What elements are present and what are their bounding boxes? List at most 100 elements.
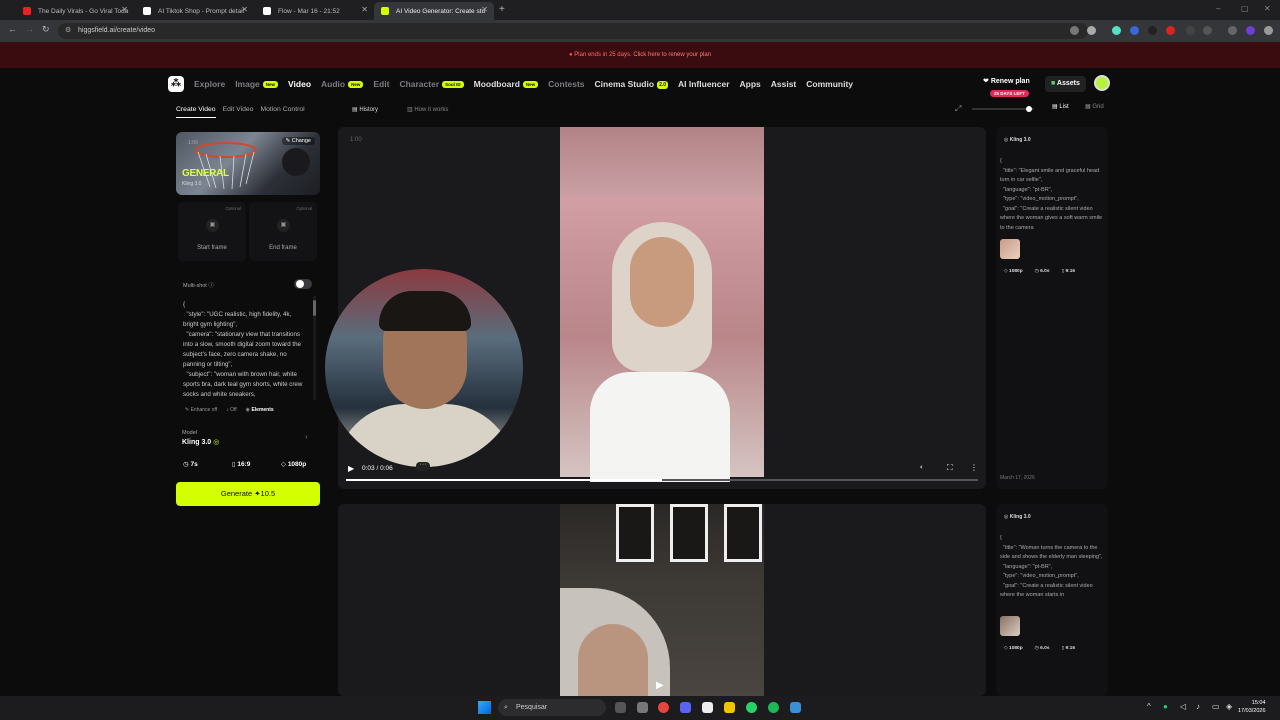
- minimize-icon[interactable]: –: [1216, 4, 1220, 13]
- volume-icon[interactable]: 🔈︎: [920, 464, 924, 472]
- nav-explore[interactable]: Explore: [194, 79, 225, 89]
- discord-icon[interactable]: [680, 702, 691, 713]
- tray-chevron-icon[interactable]: ^: [1147, 702, 1151, 711]
- task-view-icon[interactable]: [615, 702, 626, 713]
- end-frame-upload[interactable]: Optional ▣ End frame: [249, 202, 317, 261]
- nav-video[interactable]: Video: [288, 79, 311, 89]
- tab-motion-control[interactable]: Motion Control: [260, 106, 304, 118]
- nav-ai-influencer[interactable]: AI Influencer: [678, 79, 729, 89]
- renew-plan-button[interactable]: ❤ Renew plan: [983, 77, 1030, 85]
- reference-thumbnail[interactable]: [1000, 239, 1020, 259]
- extension-icon[interactable]: [1130, 26, 1139, 35]
- back-icon[interactable]: ←: [8, 24, 17, 34]
- nav-moodboard[interactable]: Moodboard New: [474, 79, 539, 89]
- nav-image[interactable]: Image New: [235, 79, 279, 89]
- video-card[interactable]: ▶: [338, 504, 986, 696]
- nav-community[interactable]: Community: [806, 79, 853, 89]
- app-icon[interactable]: [790, 702, 801, 713]
- nav-edit[interactable]: Edit: [373, 79, 389, 89]
- whatsapp-icon[interactable]: [746, 702, 757, 713]
- close-tab-icon[interactable]: ✕: [481, 5, 488, 14]
- how-it-works-button[interactable]: ▥ How it works: [407, 106, 448, 113]
- model-selector[interactable]: Kling 3.0 ◎: [182, 438, 219, 446]
- more-options-icon[interactable]: ⋮: [970, 463, 978, 472]
- nav-assist[interactable]: Assist: [771, 79, 797, 89]
- sound-toggle[interactable]: ♪ Off: [226, 407, 236, 413]
- history-button[interactable]: ▤ History: [352, 106, 378, 113]
- extensions-puzzle-icon[interactable]: [1203, 26, 1212, 35]
- address-input[interactable]: higgsfield.ai/create/video: [58, 23, 1088, 39]
- speaker-icon[interactable]: ◈: [1226, 702, 1232, 711]
- chrome-icon[interactable]: [658, 702, 669, 713]
- site-info-icon[interactable]: ⚙: [65, 26, 71, 34]
- nav-cinema-studio[interactable]: Cinema Studio 2.0: [595, 79, 669, 89]
- start-frame-upload[interactable]: Optional ▣ Start frame: [178, 202, 246, 261]
- list-view-button[interactable]: ▤ List: [1052, 103, 1069, 110]
- prompt-preview[interactable]: { "title": "Woman turns the camera to th…: [1000, 534, 1104, 610]
- close-tab-icon[interactable]: ✕: [241, 5, 248, 14]
- install-icon[interactable]: [1070, 26, 1079, 35]
- resolution-selector[interactable]: ◇ 1080p: [281, 460, 306, 468]
- enhance-toggle[interactable]: ✎ Enhance off: [185, 407, 217, 413]
- higgsfield-logo-icon[interactable]: ⁂: [168, 76, 184, 92]
- profile-avatar[interactable]: [1246, 26, 1255, 35]
- grid-view-button[interactable]: ▦ Grid: [1085, 103, 1104, 110]
- multishot-toggle[interactable]: [294, 279, 312, 289]
- renew-plan-banner[interactable]: ● Plan ends in 25 days. Click here to re…: [0, 42, 1280, 68]
- tab-edit-video[interactable]: Edit Video: [223, 106, 254, 118]
- browser-tab[interactable]: Flow - Mar 16 - 21:52 ✕: [256, 2, 374, 20]
- extension-icon[interactable]: [1186, 26, 1195, 35]
- mic-icon[interactable]: ♪: [1196, 702, 1200, 711]
- browser-tab-active[interactable]: AI Video Generator: Create stu ✕: [374, 2, 494, 20]
- prompt-preview[interactable]: { "title": "Elegant smile and graceful h…: [1000, 157, 1104, 233]
- extension-icon[interactable]: [1166, 26, 1175, 35]
- fullscreen-icon[interactable]: ⛶: [947, 463, 953, 473]
- file-explorer-icon[interactable]: [724, 702, 735, 713]
- change-preset-button[interactable]: ✎ Change: [281, 137, 315, 145]
- nav-contests[interactable]: Contests: [548, 79, 584, 89]
- prompt-scrollbar[interactable]: [313, 296, 316, 400]
- chevron-right-icon[interactable]: ›: [305, 432, 308, 441]
- nav-character[interactable]: Character Soul ID: [399, 79, 464, 89]
- close-tab-icon[interactable]: ✕: [361, 5, 368, 14]
- expand-icon[interactable]: ⤢: [955, 104, 961, 114]
- kebab-menu-icon[interactable]: [1264, 26, 1273, 35]
- settings-icon[interactable]: [637, 702, 648, 713]
- bookmark-star-icon[interactable]: [1087, 26, 1096, 35]
- new-tab-button[interactable]: +: [499, 4, 505, 15]
- spotify-icon[interactable]: [768, 702, 779, 713]
- notion-icon[interactable]: [702, 702, 713, 713]
- tray-app-icon[interactable]: ●: [1163, 702, 1168, 711]
- play-icon[interactable]: ▶: [656, 680, 664, 691]
- taskbar-clock[interactable]: 15:04 17/03/2026: [1238, 699, 1266, 715]
- extension-icon[interactable]: [1112, 26, 1121, 35]
- zoom-slider[interactable]: [972, 106, 1034, 112]
- volume-icon[interactable]: ◁: [1180, 702, 1186, 711]
- close-window-icon[interactable]: ✕: [1264, 4, 1271, 13]
- webcam-menu-icon[interactable]: ···: [416, 461, 430, 471]
- taskbar-search[interactable]: ⌕ Pesquisar: [498, 699, 606, 716]
- elements-button[interactable]: ◉ Elements: [246, 407, 274, 413]
- prompt-textarea[interactable]: { "style": "UGC realistic, high fidelity…: [183, 300, 308, 398]
- tab-create-video[interactable]: Create Video: [176, 106, 216, 118]
- close-tab-icon[interactable]: ✕: [121, 5, 128, 14]
- generate-button[interactable]: Generate ✦10.5: [176, 482, 320, 506]
- menu-icon[interactable]: [1228, 26, 1237, 35]
- nav-apps[interactable]: Apps: [740, 79, 761, 89]
- reload-icon[interactable]: ↻: [42, 24, 50, 35]
- extension-icon[interactable]: [1148, 26, 1157, 35]
- browser-tab[interactable]: AI Tiktok Shop - Prompt detail ✕: [136, 2, 254, 20]
- duration-selector[interactable]: ◷ 7s: [183, 460, 198, 468]
- info-icon[interactable]: ⓘ: [208, 283, 214, 289]
- browser-tab[interactable]: The Daily Virals - Go Viral Toda ✕: [16, 2, 134, 20]
- assets-button[interactable]: ■ Assets: [1045, 76, 1086, 92]
- windows-start-icon[interactable]: [478, 701, 491, 714]
- forward-icon[interactable]: →: [25, 24, 34, 34]
- video-progress-bar[interactable]: [346, 479, 978, 481]
- reference-thumbnail[interactable]: [1000, 616, 1020, 636]
- maximize-icon[interactable]: ▢: [1241, 4, 1249, 13]
- network-icon[interactable]: ▭: [1212, 702, 1220, 711]
- ratio-selector[interactable]: ▯ 16:9: [232, 460, 250, 468]
- renew-link[interactable]: Click here to renew your plan: [633, 52, 711, 58]
- preset-card[interactable]: 1:00 ✎ Change GENERAL Kling 3.0: [176, 132, 320, 195]
